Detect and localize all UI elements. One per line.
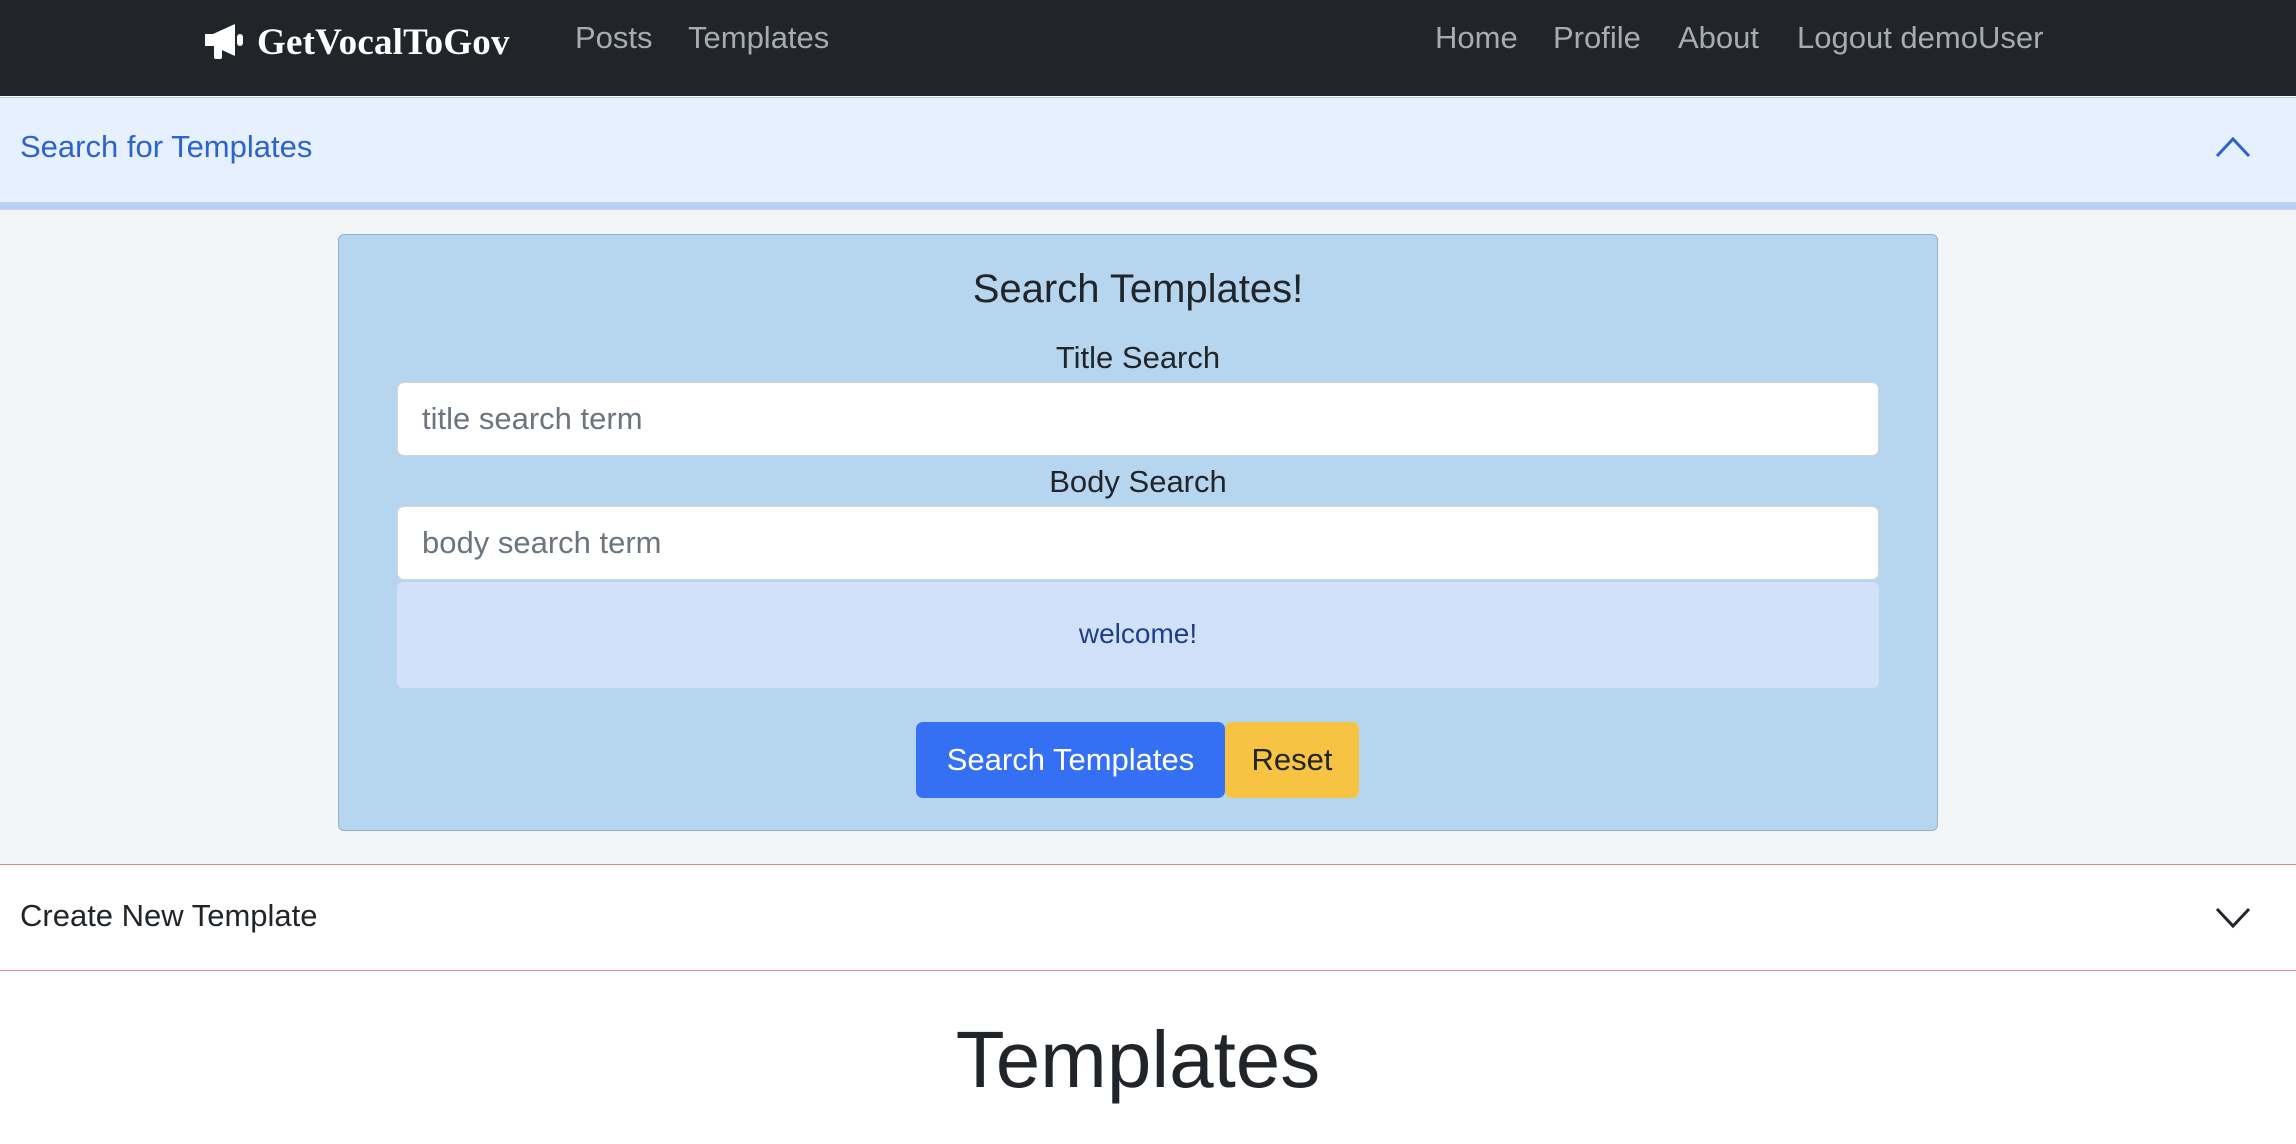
top-navbar: GetVocalToGov Posts Templates Home Profi… [0, 0, 2296, 96]
nav-link-home[interactable]: Home [1435, 20, 1518, 56]
nav-link-templates[interactable]: Templates [688, 20, 829, 56]
search-accordion-title: Search for Templates [20, 129, 313, 164]
chevron-up-icon [2215, 136, 2251, 158]
title-search-input[interactable] [397, 382, 1879, 456]
nav-link-profile[interactable]: Profile [1553, 20, 1641, 56]
search-form-heading: Search Templates! [972, 267, 1304, 311]
search-templates-form: Search Templates! Title Search Body Sear… [338, 234, 1938, 831]
welcome-alert: welcome! [397, 582, 1879, 688]
reset-button[interactable]: Reset [1225, 722, 1359, 798]
body-search-input[interactable] [397, 506, 1879, 580]
megaphone-icon [205, 24, 243, 59]
nav-link-logout[interactable]: Logout demoUser [1797, 20, 2043, 56]
brand-name: GetVocalToGov [257, 21, 510, 63]
create-template-accordion-toggle[interactable]: Create New Template [0, 864, 2296, 971]
chevron-down-icon [2215, 907, 2251, 929]
body-search-label: Body Search [1049, 464, 1227, 499]
search-accordion-toggle[interactable]: Search for Templates [0, 97, 2296, 202]
title-search-label: Title Search [1055, 340, 1221, 375]
search-templates-button[interactable]: Search Templates [916, 722, 1225, 798]
accordion-focus-ring [0, 202, 2296, 210]
nav-link-posts[interactable]: Posts [575, 20, 653, 56]
create-template-accordion-title: Create New Template [20, 898, 318, 933]
alert-message: welcome! [1078, 618, 1198, 649]
brand-link[interactable]: GetVocalToGov [201, 16, 510, 68]
page-title: Templates [955, 1015, 1321, 1104]
nav-link-about[interactable]: About [1678, 20, 1759, 56]
